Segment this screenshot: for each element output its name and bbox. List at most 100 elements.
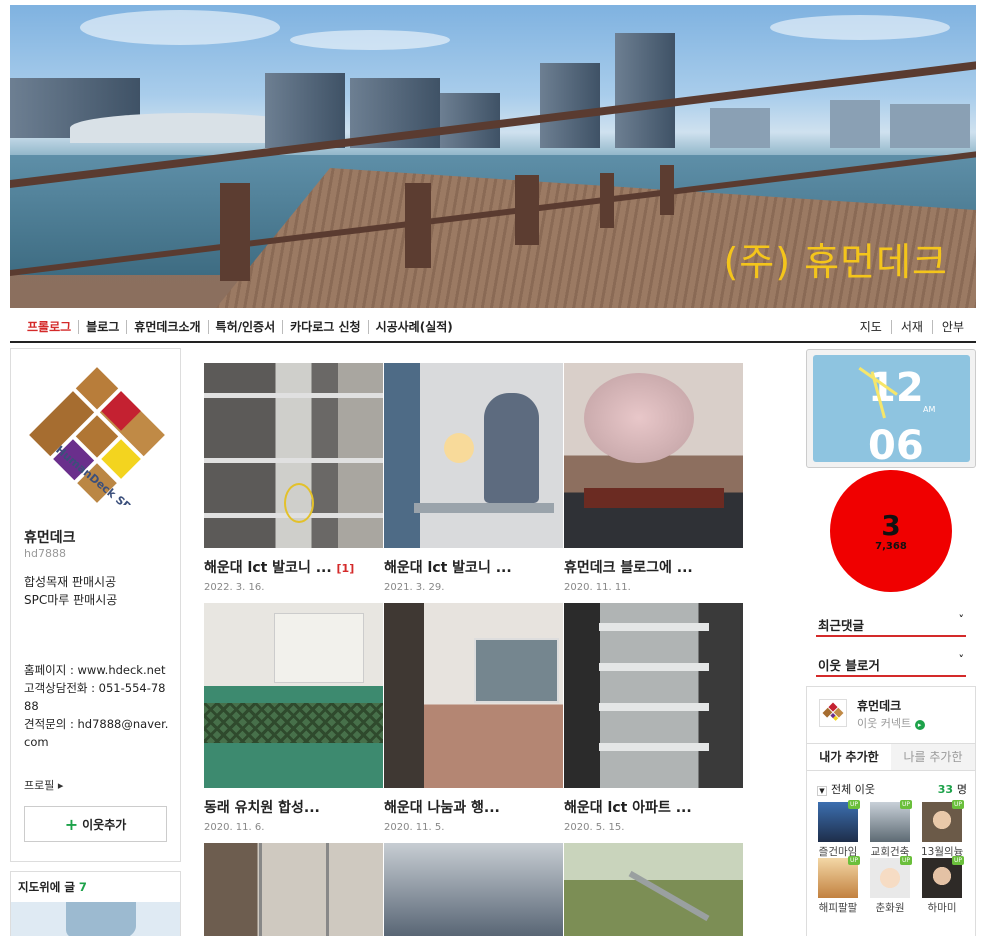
plus-icon: + xyxy=(64,814,79,834)
all-neighbors-label: 전체 이웃 xyxy=(831,783,875,796)
neighbor-item[interactable]: UP 춘화원 xyxy=(869,856,912,915)
neighbor-thumbnail[interactable]: UP xyxy=(818,856,860,898)
update-badge: UP xyxy=(847,856,860,865)
post-card[interactable]: 해운대 lct 아파트 ... 2020. 5. 15. xyxy=(564,603,743,833)
humandeck-logo: HumanDeck SPC xyxy=(29,367,165,505)
post-date: 2021. 3. 29. xyxy=(384,582,445,593)
post-title[interactable]: 해운대 lct 발코니 ... xyxy=(204,560,332,576)
neighbor-blog-name[interactable]: 휴먼데크 xyxy=(857,697,901,714)
expand-icon[interactable]: ▼ xyxy=(817,786,827,796)
chevron-down-icon[interactable]: ˅ xyxy=(959,613,965,626)
post-thumbnail[interactable] xyxy=(564,603,743,788)
update-badge: UP xyxy=(951,856,964,865)
clock-widget: 12 AM 06 xyxy=(806,349,976,468)
post-title[interactable]: 동래 유치원 합성... xyxy=(204,800,320,816)
neighbor-name[interactable]: 하마미 xyxy=(921,900,963,915)
arrow-right-icon: ▸ xyxy=(914,720,925,730)
neighbor-thumbnail[interactable]: UP xyxy=(870,800,912,842)
profile-link[interactable]: 프로필 ▸ xyxy=(24,777,63,793)
profile-desc-line: SPC마루 판매시공 xyxy=(24,593,118,607)
neighbor-thumbnail[interactable]: UP xyxy=(818,800,860,842)
post-thumbnail[interactable] xyxy=(384,603,563,788)
post-card[interactable]: 휴먼데크 블로그에 ... 2020. 11. 11. xyxy=(564,363,743,593)
all-neighbors-row[interactable]: ▼ 전체 이웃 33 명 xyxy=(817,781,967,797)
neighbor-thumbnail[interactable]: UP xyxy=(922,800,964,842)
profile-name: 휴먼데크 xyxy=(24,530,76,546)
profile-desc-line: 합성목재 판매시공 xyxy=(24,575,117,589)
neighbor-tabs: 내가 추가한 나를 추가한 xyxy=(807,743,975,771)
recent-comments-label: 최근댓글 xyxy=(818,618,865,633)
post-card[interactable] xyxy=(384,843,563,936)
menu-company-intro[interactable]: 휴먼데크소개 xyxy=(126,320,207,334)
post-comment-count[interactable]: [1] xyxy=(337,562,355,575)
profile-phone: 고객상담전화 : 051-554-7888 xyxy=(24,681,166,713)
menu-patents[interactable]: 특허/인증서 xyxy=(207,320,283,334)
menu-catalog-request[interactable]: 카다로그 신청 xyxy=(282,320,367,334)
blog-menu-right: 지도 서재 안부 xyxy=(851,320,976,334)
neighbor-item[interactable]: UP 해피팔팔 xyxy=(817,856,860,915)
post-card[interactable]: 해운대 lct 발코니 ... [1] 2022. 3. 16. xyxy=(204,363,383,593)
tab-added-by-me[interactable]: 내가 추가한 xyxy=(807,744,891,770)
visitor-total: 7,368 xyxy=(875,540,907,552)
post-date: 2020. 11. 6. xyxy=(204,822,265,833)
add-neighbor-button[interactable]: + 이웃추가 xyxy=(24,806,167,842)
map-widget-label: 지도위에 글 xyxy=(18,880,75,894)
neighbor-item[interactable]: UP 즐건마임 xyxy=(817,800,860,859)
neighbor-item[interactable]: UP 교회건축 xyxy=(869,800,912,859)
neighbor-count-unit: 명 xyxy=(956,783,967,796)
map-widget-title[interactable]: 지도위에 글 7 xyxy=(18,879,87,895)
post-card[interactable]: 해운대 나눔과 행... 2020. 11. 5. xyxy=(384,603,563,833)
menu-construction-cases[interactable]: 시공사례(실적) xyxy=(367,320,460,334)
profile-info: 홈페이지 : www.hdeck.net 고객상담전화 : 051-554-78… xyxy=(24,661,169,751)
post-thumbnail[interactable] xyxy=(384,363,563,548)
blog-banner: (주) 휴먼데크 xyxy=(10,5,976,308)
visitor-today: 3 xyxy=(881,508,901,542)
tab-added-me[interactable]: 나를 추가한 xyxy=(891,744,975,770)
profile-homepage: 홈페이지 : www.hdeck.net xyxy=(24,663,166,677)
visitor-counter: 3 7,368 xyxy=(830,470,952,592)
post-card[interactable]: 동래 유치원 합성... 2020. 11. 6. xyxy=(204,603,383,833)
chevron-down-icon[interactable]: ˅ xyxy=(959,653,965,666)
menu-prologue[interactable]: 프롤로그 xyxy=(27,320,78,334)
menu-library[interactable]: 서재 xyxy=(890,320,932,334)
neighbor-name[interactable]: 해피팔팔 xyxy=(817,900,859,915)
post-thumbnail[interactable] xyxy=(204,363,383,548)
recent-comments-header[interactable]: 최근댓글 ˅ xyxy=(816,613,966,637)
post-title[interactable]: 휴먼데크 블로그에 ... xyxy=(564,560,693,576)
post-date: 2020. 11. 11. xyxy=(564,582,631,593)
menu-guestbook[interactable]: 안부 xyxy=(931,320,976,334)
neighbor-connect-label: 이웃 커넥트 xyxy=(857,717,912,730)
post-thumbnail[interactable] xyxy=(204,603,383,788)
post-date: 2020. 5. 15. xyxy=(564,822,625,833)
post-title[interactable]: 해운대 나눔과 행... xyxy=(384,800,500,816)
post-title[interactable]: 해운대 lct 아파트 ... xyxy=(564,800,692,816)
neighbor-item[interactable]: UP 하마미 xyxy=(921,856,964,915)
neighbor-connect-widget: 휴먼데크 이웃 커넥트 ▸ 내가 추가한 나를 추가한 ▼ 전체 이웃 33 명 … xyxy=(806,686,976,936)
post-date: 2022. 3. 16. xyxy=(204,582,265,593)
post-title[interactable]: 해운대 lct 발코니 ... xyxy=(384,560,512,576)
clock-ampm: AM xyxy=(923,405,936,414)
blog-menu-bar: 프롤로그 블로그 휴먼데크소개 특허/인증서 카다로그 신청 시공사례(실적) … xyxy=(10,315,976,343)
post-thumbnail[interactable] xyxy=(564,363,743,548)
blog-avatar[interactable] xyxy=(819,699,847,727)
neighbor-thumbnail[interactable]: UP xyxy=(870,856,912,898)
neighbor-item[interactable]: UP 13월의늉 xyxy=(921,800,964,859)
profile-id: hd7888 xyxy=(24,547,66,560)
post-thumbnail[interactable] xyxy=(204,843,383,936)
blog-menu-left: 프롤로그 블로그 휴먼데크소개 특허/인증서 카다로그 신청 시공사례(실적) xyxy=(27,320,460,334)
post-card[interactable]: 해운대 lct 발코니 ... 2021. 3. 29. xyxy=(384,363,563,593)
profile-panel: HumanDeck SPC 휴먼데크 hd7888 합성목재 판매시공 SPC마… xyxy=(10,348,181,862)
profile-description: 합성목재 판매시공 SPC마루 판매시공 xyxy=(24,573,174,609)
neighbor-blogger-header[interactable]: 이웃 블로거 ˅ xyxy=(816,653,966,677)
neighbor-name[interactable]: 춘화원 xyxy=(869,900,911,915)
post-card[interactable] xyxy=(204,843,383,936)
post-thumbnail[interactable] xyxy=(564,843,743,936)
menu-blog[interactable]: 블로그 xyxy=(78,320,126,334)
menu-map[interactable]: 지도 xyxy=(851,320,891,334)
neighbor-thumbnail[interactable]: UP xyxy=(922,856,964,898)
neighbor-connect-link[interactable]: 이웃 커넥트 ▸ xyxy=(857,715,925,731)
post-thumbnail[interactable] xyxy=(384,843,563,936)
map-posts-widget: 지도위에 글 7 xyxy=(10,871,181,936)
post-card[interactable] xyxy=(564,843,743,936)
banner-title: (주) 휴먼데크 xyxy=(723,240,948,284)
